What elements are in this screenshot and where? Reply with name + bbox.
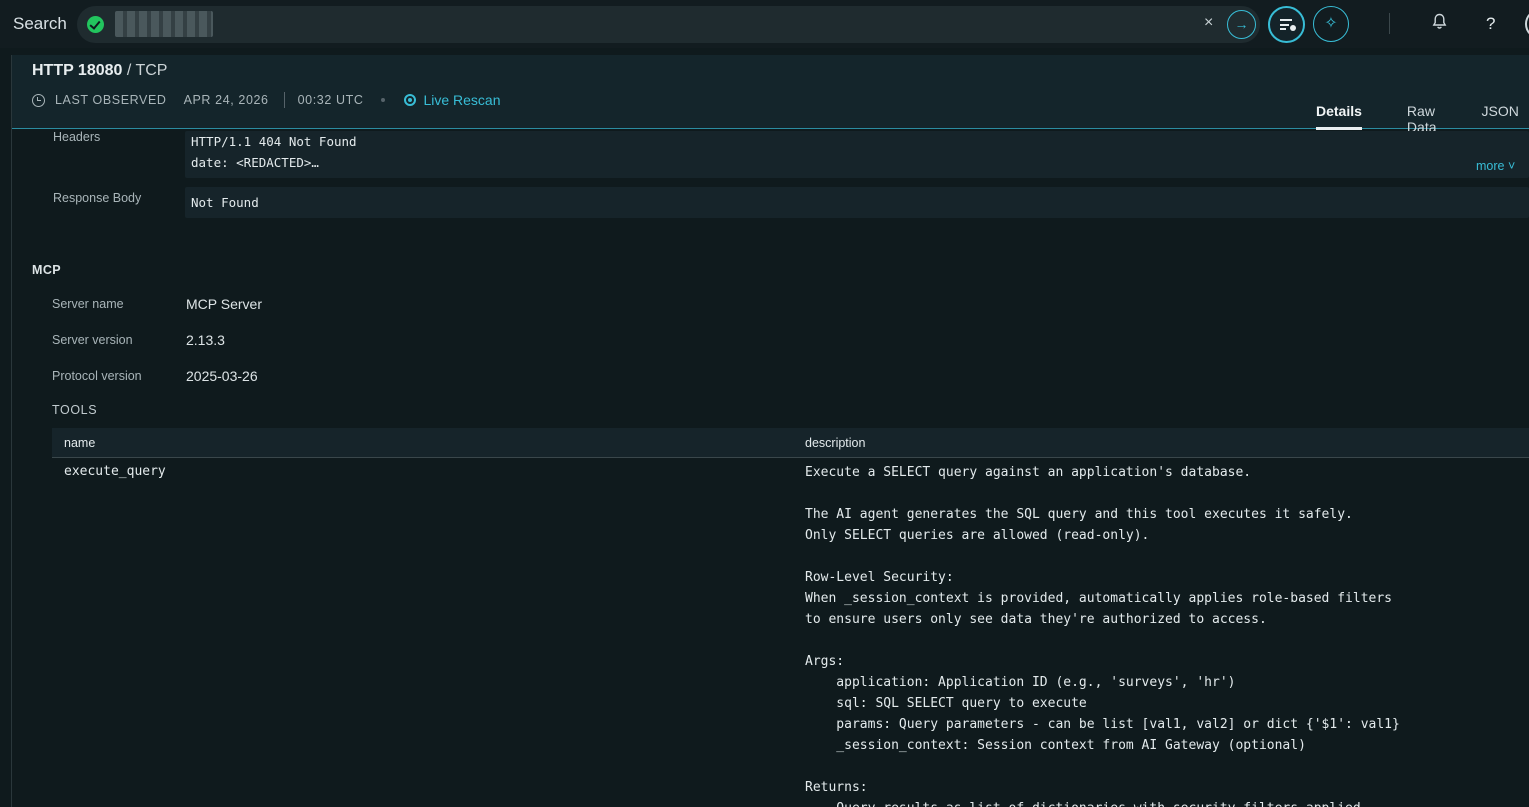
observed-date: APR 24, 2026: [183, 93, 269, 107]
live-rescan-link[interactable]: Live Rescan: [404, 92, 501, 108]
headers-box: HTTP/1.1 404 Not Found date: <REDACTED>……: [185, 131, 1529, 178]
meta-divider: [283, 92, 285, 108]
tools-table-header: name description: [52, 428, 1529, 458]
server-version-value: 2.13.3: [186, 332, 225, 348]
response-body-value: Not Found: [191, 195, 259, 210]
transport-protocol: TCP: [135, 62, 168, 79]
verified-check-icon: [87, 16, 104, 33]
tools-label: TOOLS: [52, 403, 98, 417]
response-body-box: Not Found: [185, 187, 1529, 218]
search-submit-button[interactable]: →: [1227, 10, 1256, 39]
headers-label: Headers: [53, 130, 101, 144]
server-name-label: Server name: [52, 297, 124, 311]
clear-search-button[interactable]: ×: [1204, 14, 1213, 32]
service-title: HTTP 18080 / TCP: [32, 62, 167, 80]
filter-dot-icon: [1290, 25, 1296, 31]
tab-raw-data[interactable]: Raw Data: [1407, 103, 1437, 135]
user-avatar[interactable]: [1525, 9, 1529, 39]
tab-json[interactable]: JSON: [1481, 103, 1518, 129]
filter-menu-button[interactable]: [1268, 6, 1305, 43]
server-name-value: MCP Server: [186, 296, 262, 312]
headers-value: HTTP/1.1 404 Not Found date: <REDACTED>…: [191, 134, 357, 170]
tool-name-cell: execute_query: [64, 464, 166, 479]
headers-more-toggle[interactable]: more ˅: [1476, 159, 1515, 173]
tool-description-cell: Execute a SELECT query against an applic…: [805, 465, 1400, 807]
meta-bullet: [381, 98, 386, 102]
search-input[interactable]: ●●●●●●●● × →: [77, 6, 1260, 43]
view-tabs: Details Raw Data JSON: [1316, 103, 1529, 135]
last-observed-label: LAST OBSERVED: [55, 93, 167, 107]
live-rescan-label: Live Rescan: [423, 92, 501, 108]
search-query-redacted[interactable]: ●●●●●●●●: [115, 11, 213, 37]
ai-sparkle-button[interactable]: ✧: [1313, 6, 1349, 42]
host-header: HTTP 18080 / TCP LAST OBSERVED APR 24, 2…: [12, 55, 1529, 135]
server-version-label: Server version: [52, 333, 133, 347]
toolbar-divider: [1389, 13, 1390, 34]
response-body-label: Response Body: [53, 191, 142, 205]
help-button[interactable]: ?: [1486, 14, 1495, 34]
mcp-section-title: MCP: [32, 263, 61, 277]
search-label: Search: [13, 14, 67, 33]
column-header-description: description: [805, 436, 866, 450]
protocol-version-label: Protocol version: [52, 369, 142, 383]
top-bar: Search ●●●●●●●● × → ✧ ?: [0, 0, 1529, 48]
notifications-bell-icon[interactable]: [1432, 13, 1447, 34]
content-left-border: [11, 55, 12, 807]
rescan-icon: [404, 94, 417, 106]
last-observed-row: LAST OBSERVED APR 24, 2026 00:32 UTC Liv…: [32, 92, 501, 108]
clock-icon: [32, 93, 45, 107]
column-header-name: name: [64, 436, 96, 450]
title-separator: /: [122, 62, 136, 79]
service-port-protocol: HTTP 18080: [32, 62, 123, 79]
protocol-version-value: 2025-03-26: [186, 368, 258, 384]
tab-details[interactable]: Details: [1316, 103, 1362, 130]
observed-time: 00:32 UTC: [297, 93, 364, 107]
